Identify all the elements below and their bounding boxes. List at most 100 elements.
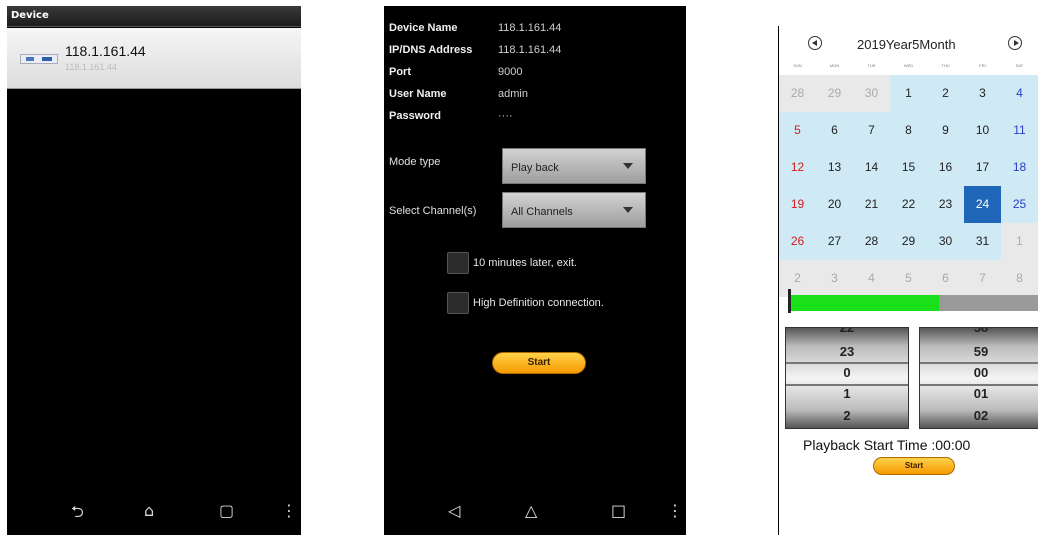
- calendar-day[interactable]: 24: [964, 186, 1001, 223]
- calendar-day[interactable]: 21: [853, 186, 890, 223]
- calendar-day[interactable]: 10: [964, 112, 1001, 149]
- overflow-menu-icon[interactable]: ⋮: [667, 501, 683, 520]
- calendar-day[interactable]: 7: [853, 112, 890, 149]
- calendar-day[interactable]: 9: [927, 112, 964, 149]
- playback-start-time: Playback Start Time :00:00: [803, 437, 971, 453]
- home-icon[interactable]: ⌂: [144, 501, 154, 520]
- calendar-day[interactable]: 18: [1001, 149, 1038, 186]
- calendar-day[interactable]: 14: [853, 149, 890, 186]
- calendar-day[interactable]: 2: [779, 260, 816, 297]
- calendar-day[interactable]: 1: [890, 75, 927, 112]
- password-value: ····: [498, 110, 513, 122]
- calendar-day[interactable]: 27: [816, 223, 853, 260]
- home-icon[interactable]: △: [525, 501, 537, 520]
- calendar-day[interactable]: 17: [964, 149, 1001, 186]
- calendar-day[interactable]: 8: [890, 112, 927, 149]
- user-name-label: User Name: [389, 88, 447, 100]
- calendar-day[interactable]: 25: [1001, 186, 1038, 223]
- calendar-header: 2019Year5Month: [779, 26, 1038, 62]
- minute-value: 02: [973, 408, 989, 423]
- minute-picker[interactable]: 58 59 00 01 02: [919, 327, 1038, 429]
- calendar-day[interactable]: 5: [779, 112, 816, 149]
- port-value: 9000: [498, 66, 523, 78]
- weekday-label: SUN: [793, 63, 802, 68]
- channel-select[interactable]: All Channels: [502, 192, 646, 228]
- device-list-screen: Device 118.1.161.44 118.1.161.44 ⮌ ⌂ ▢ ⋮: [7, 6, 301, 535]
- next-month-icon[interactable]: [1008, 36, 1022, 50]
- weekday-header: SUN MON TUE WED THU FRI SAT: [779, 63, 1038, 73]
- weekday-label: WED: [903, 63, 914, 68]
- calendar-day[interactable]: 5: [890, 260, 927, 297]
- calendar-day[interactable]: 7: [964, 260, 1001, 297]
- calendar-day[interactable]: 16: [927, 149, 964, 186]
- calendar-day[interactable]: 12: [779, 149, 816, 186]
- dvr-device-icon: [20, 54, 58, 64]
- playback-screen: 2019Year5Month SUN MON TUE WED THU FRI SAT 28 2…: [778, 26, 1038, 535]
- device-list-title: Device: [7, 6, 301, 27]
- calendar-day[interactable]: 19: [779, 186, 816, 223]
- calendar-day[interactable]: 22: [890, 186, 927, 223]
- calendar-day[interactable]: 3: [816, 260, 853, 297]
- ip-address-value: 118.1.161.44: [498, 44, 562, 56]
- mode-type-value: Play back: [511, 162, 559, 174]
- calendar-day[interactable]: 3: [964, 75, 1001, 112]
- channel-select-label: Select Channel(s): [389, 205, 477, 217]
- calendar-day[interactable]: 15: [890, 149, 927, 186]
- back-icon[interactable]: ⮌: [71, 501, 84, 528]
- device-name-value: 118.1.161.44: [498, 22, 562, 34]
- calendar-day[interactable]: 1: [1001, 223, 1038, 260]
- calendar-day[interactable]: 30: [927, 223, 964, 260]
- calendar-day[interactable]: 29: [816, 75, 853, 112]
- time-progress-fill: [789, 295, 939, 311]
- weekday-label: SAT: [1015, 63, 1024, 68]
- calendar-day[interactable]: 20: [816, 186, 853, 223]
- hour-value: 1: [843, 386, 851, 401]
- dropdown-arrow-icon: [623, 207, 633, 213]
- time-progress-bar[interactable]: [789, 295, 1038, 311]
- hd-connection-label: High Definition connection.: [473, 297, 604, 309]
- progress-handle[interactable]: [788, 289, 791, 313]
- start-button[interactable]: Start: [492, 352, 586, 374]
- calendar-day[interactable]: 29: [890, 223, 927, 260]
- weekday-label: FRI: [979, 63, 986, 68]
- start-button[interactable]: Start: [873, 457, 955, 475]
- weekday-label: TUE: [867, 63, 876, 68]
- weekday-label: THU: [941, 63, 950, 68]
- previous-month-icon[interactable]: [808, 36, 822, 50]
- calendar-day[interactable]: 31: [964, 223, 1001, 260]
- calendar-day[interactable]: 2: [927, 75, 964, 112]
- mode-type-select[interactable]: Play back: [502, 148, 646, 184]
- calendar-day[interactable]: 26: [779, 223, 816, 260]
- weekday-label: MON: [829, 63, 840, 68]
- hour-value: 2: [843, 408, 851, 423]
- auto-exit-checkbox[interactable]: [447, 252, 469, 274]
- picker-divider: [920, 384, 1038, 386]
- calendar-day[interactable]: 28: [779, 75, 816, 112]
- calendar-day[interactable]: 11: [1001, 112, 1038, 149]
- dropdown-arrow-icon: [623, 163, 633, 169]
- recent-apps-icon[interactable]: ▢: [219, 501, 234, 520]
- back-icon[interactable]: ◁: [448, 501, 460, 520]
- calendar-day[interactable]: 8: [1001, 260, 1038, 297]
- device-list-item[interactable]: 118.1.161.44 118.1.161.44: [7, 28, 301, 89]
- calendar-day[interactable]: 6: [927, 260, 964, 297]
- calendar-day[interactable]: 4: [853, 260, 890, 297]
- channel-select-value: All Channels: [511, 206, 573, 218]
- calendar-day[interactable]: 13: [816, 149, 853, 186]
- calendar-day[interactable]: 28: [853, 223, 890, 260]
- hd-connection-checkbox[interactable]: [447, 292, 469, 314]
- hour-value: 0: [843, 365, 851, 380]
- device-item-name: 118.1.161.44: [65, 43, 146, 59]
- hour-value: 22: [839, 327, 855, 335]
- user-name-value: admin: [498, 88, 528, 100]
- minute-value: 01: [973, 386, 989, 401]
- calendar-day[interactable]: 6: [816, 112, 853, 149]
- calendar-day[interactable]: 23: [927, 186, 964, 223]
- recent-apps-icon[interactable]: □: [611, 501, 626, 520]
- calendar-day[interactable]: 4: [1001, 75, 1038, 112]
- port-label: Port: [389, 66, 411, 78]
- hour-picker[interactable]: 22 23 0 1 2: [785, 327, 909, 429]
- device-name-label: Device Name: [389, 22, 458, 34]
- overflow-menu-icon[interactable]: ⋮: [281, 501, 297, 520]
- calendar-day[interactable]: 30: [853, 75, 890, 112]
